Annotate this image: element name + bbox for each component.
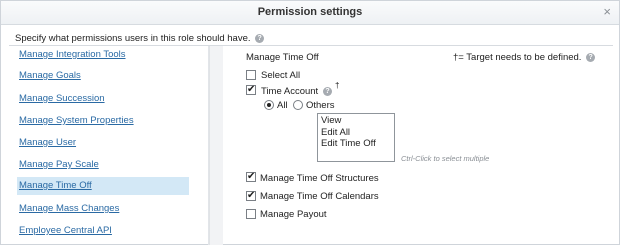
list-item[interactable]: Edit Time Off (318, 138, 394, 150)
sidebar-scrollbar[interactable] (209, 46, 223, 245)
close-icon[interactable]: × (603, 5, 611, 19)
help-icon[interactable]: ? (323, 87, 332, 96)
time-account-checkbox[interactable] (246, 84, 256, 96)
sidebar-item-manage-goals[interactable]: Manage Goals (17, 67, 189, 85)
sidebar-item-employee-central-api[interactable]: Employee Central API (17, 222, 189, 240)
select-all-checkbox[interactable] (246, 70, 256, 80)
list-item[interactable]: View (318, 115, 394, 127)
select-all-label: Select All (261, 70, 301, 81)
permission-settings-dialog: Permission settings × Specify what permi… (0, 0, 620, 245)
instruction-label: Specify what permissions users in this r… (15, 33, 251, 44)
help-icon[interactable]: ? (586, 52, 596, 62)
permission-category-list: Manage Integration Tools Manage Goals Ma… (9, 46, 209, 245)
sidebar-item-manage-system-properties[interactable]: Manage System Properties (17, 112, 189, 130)
sidebar-item-manage-succession[interactable]: Manage Succession (17, 90, 189, 108)
radio-all[interactable] (264, 100, 274, 110)
manage-time-off-structures-label: Manage Time Off Structures (260, 173, 379, 184)
sidebar-item-manage-time-off[interactable]: Manage Time Off (17, 177, 189, 195)
list-item[interactable]: Edit All (318, 127, 394, 139)
instruction-text: Specify what permissions users in this r… (15, 33, 265, 44)
radio-others-label: Others (306, 100, 335, 111)
multiselect-hint: Ctrl-Click to select multiple (401, 154, 490, 163)
target-dagger: † (335, 81, 340, 90)
manage-payout-checkbox[interactable] (246, 209, 256, 219)
radio-others[interactable] (293, 100, 303, 110)
time-account-label: Time Account (261, 86, 319, 97)
dialog-title: Permission settings (257, 6, 363, 18)
section-heading: Manage Time Off (246, 52, 319, 63)
sidebar-item-manage-pay-scale[interactable]: Manage Pay Scale (17, 156, 189, 174)
time-account-options-listbox[interactable]: View Edit All Edit Time Off (317, 113, 395, 162)
dialog-titlebar: Permission settings × (1, 1, 619, 25)
manage-time-off-calendars-label: Manage Time Off Calendars (260, 191, 379, 202)
sidebar-item-manage-mass-changes[interactable]: Manage Mass Changes (17, 200, 189, 218)
sidebar-item-manage-integration-tools[interactable]: Manage Integration Tools (17, 46, 189, 64)
target-note-text: †= Target needs to be defined. (453, 52, 582, 63)
target-note: †= Target needs to be defined. ? (453, 52, 596, 63)
radio-all-label: All (277, 100, 288, 111)
manage-time-off-calendars-checkbox[interactable] (246, 190, 256, 202)
manage-time-off-structures-checkbox[interactable] (246, 171, 256, 183)
sidebar-item-manage-user[interactable]: Manage User (17, 134, 189, 152)
help-icon[interactable]: ? (255, 33, 265, 43)
manage-payout-label: Manage Payout (260, 209, 327, 220)
